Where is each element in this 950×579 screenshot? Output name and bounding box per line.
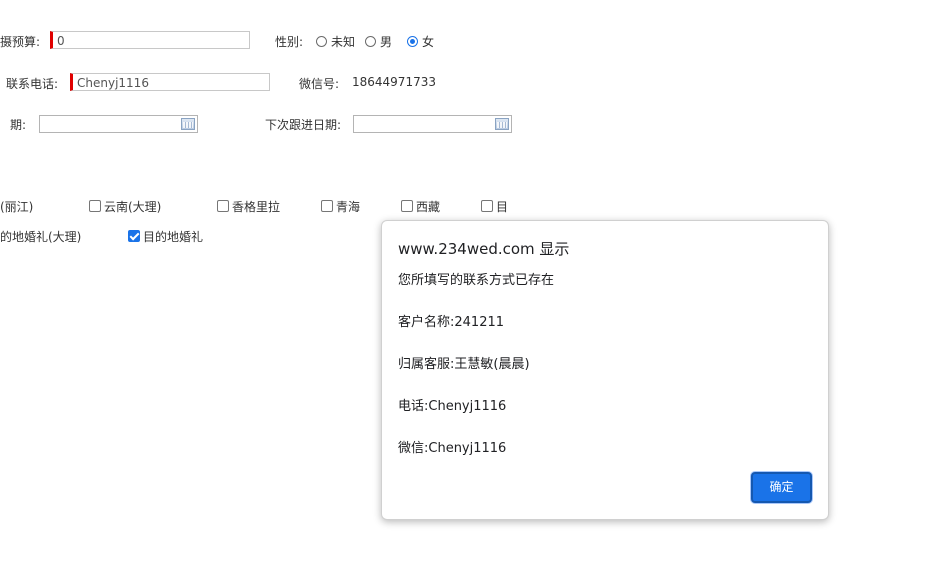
gender-option-unknown: 未知: [331, 35, 356, 49]
wechat-value: 18644971733: [352, 75, 436, 89]
dialog-owner: 归属客服:王慧敏(晨晨): [398, 357, 530, 372]
destination-checkbox-yunnan-dali[interactable]: [89, 200, 101, 212]
gender-radio-unknown[interactable]: [316, 36, 327, 47]
gender-radio-male[interactable]: [365, 36, 376, 47]
date-label: 期:: [10, 118, 27, 132]
gender-option-male: 男: [380, 35, 393, 49]
destination-label-wedding: 目的地婚礼: [143, 230, 204, 244]
date-input[interactable]: [39, 115, 198, 133]
destination-checkbox-tibet[interactable]: [401, 200, 413, 212]
destination-checkbox-wedding[interactable]: [128, 230, 140, 242]
calendar-icon[interactable]: [181, 118, 195, 130]
page: 摄预算: 0 性别: 未知 男 女 联系电话: Chenyj1116 微信号: …: [0, 0, 950, 579]
destination-label-wedding-dali: 的地婚礼(大理): [0, 230, 82, 244]
budget-input[interactable]: 0: [50, 31, 250, 49]
gender-radio-female[interactable]: [407, 36, 418, 47]
ok-button[interactable]: 确定: [751, 472, 812, 503]
destination-checkbox-shangrila[interactable]: [217, 200, 229, 212]
destination-label-yunnan-dali: 云南(大理): [104, 200, 162, 214]
dialog-phone: 电话:Chenyj1116: [398, 399, 507, 414]
destination-label-lijiang: (丽江): [0, 200, 34, 214]
next-followup-label: 下次跟进日期:: [265, 118, 342, 132]
destination-label-shangrila: 香格里拉: [232, 200, 281, 214]
destination-label-tibet: 西藏: [416, 200, 441, 214]
destination-checkbox-more[interactable]: [481, 200, 493, 212]
next-followup-input[interactable]: [353, 115, 512, 133]
gender-option-female: 女: [422, 35, 435, 49]
wechat-label: 微信号:: [299, 77, 340, 91]
dialog-wechat: 微信:Chenyj1116: [398, 441, 507, 456]
phone-label: 联系电话:: [6, 77, 59, 91]
alert-dialog: www.234wed.com 显示 您所填写的联系方式已存在 客户名称:2412…: [381, 220, 829, 520]
phone-input[interactable]: Chenyj1116: [70, 73, 270, 91]
destination-checkbox-qinghai[interactable]: [321, 200, 333, 212]
dialog-title: www.234wed.com 显示: [398, 240, 570, 258]
dialog-message: 您所填写的联系方式已存在: [398, 273, 555, 288]
destination-label-qinghai: 青海: [336, 200, 361, 214]
dialog-customer-name: 客户名称:241211: [398, 315, 505, 330]
gender-label: 性别:: [275, 35, 304, 49]
budget-label: 摄预算:: [0, 35, 41, 49]
destination-label-more: 目: [496, 200, 509, 214]
calendar-icon[interactable]: [495, 118, 509, 130]
